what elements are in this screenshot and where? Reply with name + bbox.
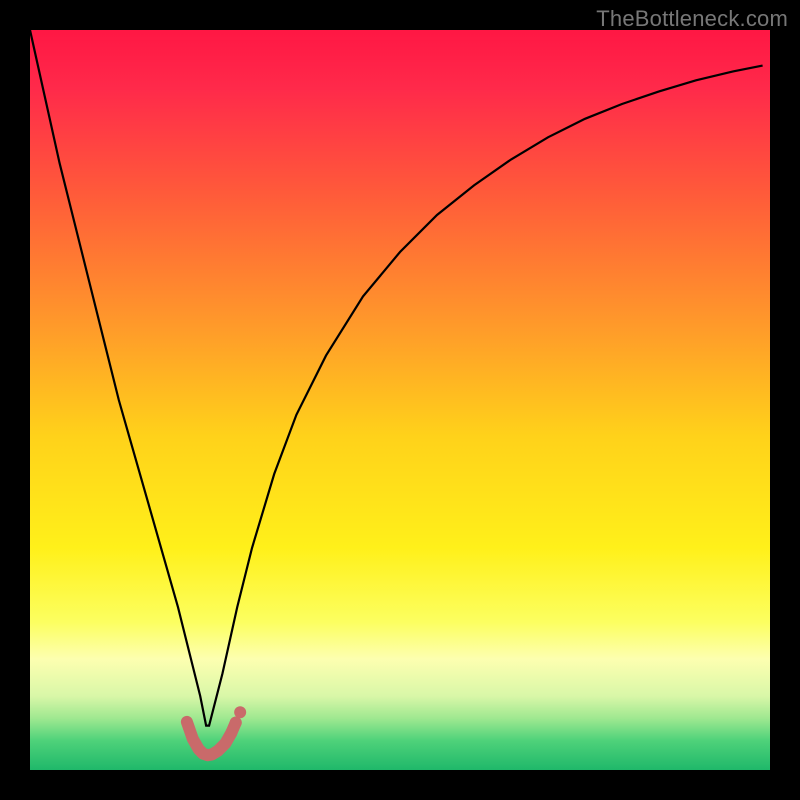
chart-plot xyxy=(30,30,770,770)
chart-frame xyxy=(30,30,770,770)
watermark-text: TheBottleneck.com xyxy=(596,6,788,32)
chart-background xyxy=(30,30,770,770)
